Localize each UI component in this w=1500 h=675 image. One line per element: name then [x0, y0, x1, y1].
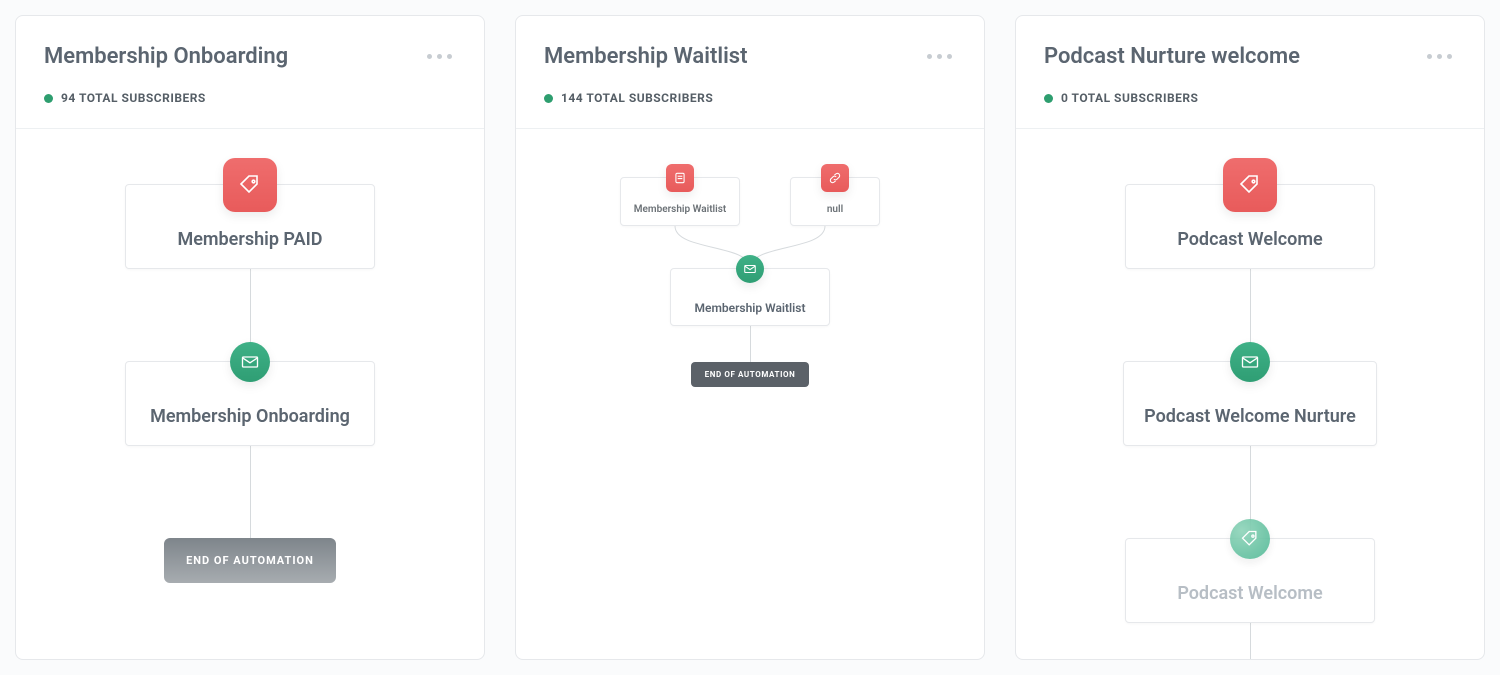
card-menu-button[interactable]	[421, 48, 458, 65]
flow-step-label: Podcast Welcome	[1146, 583, 1354, 604]
automation-card[interactable]: Membership Onboarding 94 TOTAL SUBSCRIBE…	[15, 15, 485, 660]
subscriber-row: 144 TOTAL SUBSCRIBERS	[544, 91, 956, 105]
flow-step-trigger[interactable]: Membership PAID	[125, 184, 375, 269]
flow-step-trigger[interactable]: Podcast Welcome	[1125, 184, 1375, 269]
flow-branch-row: Membership Waitlist null	[620, 177, 880, 226]
flow-diagram: Membership PAID Membership Onboarding EN…	[16, 129, 484, 583]
connector-line	[1250, 446, 1251, 492]
flow-step-label: Membership Onboarding	[146, 406, 354, 427]
status-dot-icon	[544, 94, 553, 103]
card-menu-button[interactable]	[1421, 48, 1458, 65]
card-header: Membership Waitlist 144 TOTAL SUBSCRIBER…	[516, 16, 984, 128]
mail-icon	[230, 342, 270, 382]
mail-icon	[736, 255, 764, 283]
subscribers-text: 0 TOTAL SUBSCRIBERS	[1061, 91, 1198, 105]
card-title: Membership Onboarding	[44, 44, 456, 69]
connector-line	[1250, 269, 1251, 315]
connector-line	[250, 269, 251, 315]
flow-step-label: Membership Waitlist	[633, 204, 727, 215]
automation-card[interactable]: Membership Waitlist 144 TOTAL SUBSCRIBER…	[515, 15, 985, 660]
flow-step-tag[interactable]: Podcast Welcome	[1125, 538, 1375, 623]
subscriber-row: 94 TOTAL SUBSCRIBERS	[44, 91, 456, 105]
link-icon	[821, 164, 849, 192]
status-dot-icon	[44, 94, 53, 103]
tag-icon	[1230, 519, 1270, 559]
flow-step-email[interactable]: Podcast Welcome Nurture	[1123, 361, 1377, 446]
subscriber-row: 0 TOTAL SUBSCRIBERS	[1044, 91, 1456, 105]
flow-step-label: Membership PAID	[146, 229, 354, 250]
flow-step-label: Podcast Welcome Nurture	[1144, 406, 1356, 427]
form-icon	[666, 164, 694, 192]
flow-step-link[interactable]: null	[790, 177, 880, 226]
flow-step-label: null	[803, 204, 867, 215]
card-menu-button[interactable]	[921, 48, 958, 65]
end-of-automation: END OF AUTOMATION	[691, 362, 810, 387]
connector-line	[250, 446, 251, 492]
card-title: Podcast Nurture welcome	[1044, 44, 1456, 69]
flow-step-email[interactable]: Membership Onboarding	[125, 361, 375, 446]
status-dot-icon	[1044, 94, 1053, 103]
flow-step-label: Podcast Welcome	[1146, 229, 1354, 250]
flow-step-form[interactable]: Membership Waitlist	[620, 177, 740, 226]
subscribers-text: 94 TOTAL SUBSCRIBERS	[61, 91, 206, 105]
card-header: Podcast Nurture welcome 0 TOTAL SUBSCRIB…	[1016, 16, 1484, 128]
flow-step-label: Membership Waitlist	[685, 301, 815, 315]
flow-step-email[interactable]: Membership Waitlist	[670, 268, 830, 326]
card-title: Membership Waitlist	[544, 44, 956, 69]
mail-icon	[1230, 342, 1270, 382]
connector-line	[250, 492, 251, 538]
flow-diagram: Membership Waitlist null	[516, 129, 984, 387]
tag-icon	[223, 158, 277, 212]
automations-board: Membership Onboarding 94 TOTAL SUBSCRIBE…	[0, 0, 1500, 675]
automation-card[interactable]: Podcast Nurture welcome 0 TOTAL SUBSCRIB…	[1015, 15, 1485, 660]
tag-icon	[1223, 158, 1277, 212]
subscribers-text: 144 TOTAL SUBSCRIBERS	[561, 91, 713, 105]
end-of-automation: END OF AUTOMATION	[164, 538, 336, 583]
connector-line	[750, 326, 751, 362]
connector-line	[1250, 623, 1251, 659]
card-header: Membership Onboarding 94 TOTAL SUBSCRIBE…	[16, 16, 484, 128]
flow-diagram: Podcast Welcome Podcast Welcome Nurture	[1016, 129, 1484, 659]
